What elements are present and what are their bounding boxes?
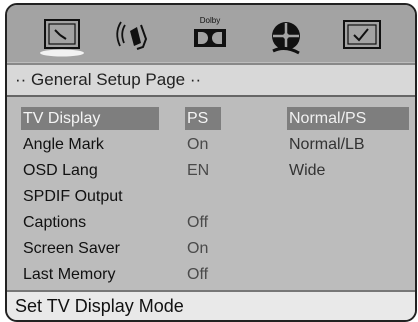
- option-wide[interactable]: Wide: [287, 159, 409, 182]
- general-setup-icon[interactable]: [35, 15, 89, 57]
- setting-row-spdif-output[interactable]: SPDIF Output: [7, 185, 415, 208]
- page-title-bar: ·· General Setup Page ··: [7, 63, 415, 97]
- option-normal-lb[interactable]: Normal/LB: [287, 133, 409, 156]
- dolby-icon[interactable]: Dolby: [183, 15, 237, 57]
- setup-menu-window: Dolby ·· General Setup Page ·· TV Displa…: [5, 3, 417, 322]
- status-bar: Set TV Display Mode: [7, 290, 415, 320]
- audio-speaker-icon[interactable]: [110, 15, 164, 57]
- setting-value: EN: [187, 162, 210, 179]
- setting-label: TV Display: [23, 110, 101, 127]
- setting-value: On: [187, 136, 209, 153]
- setting-value: Off: [187, 214, 209, 231]
- setting-row-screen-saver[interactable]: Screen Saver On: [7, 237, 415, 260]
- setup-icon-bar: Dolby: [7, 5, 415, 62]
- setting-label: Screen Saver: [23, 240, 120, 257]
- setting-value: PS: [187, 110, 209, 127]
- setting-row-captions[interactable]: Captions Off: [7, 211, 415, 234]
- page-title: ·· General Setup Page ··: [15, 70, 202, 89]
- setting-label: Angle Mark: [23, 136, 104, 153]
- video-reel-icon[interactable]: [259, 15, 313, 57]
- setting-label: Last Memory: [23, 266, 116, 283]
- setting-value: On: [187, 240, 209, 257]
- setting-label: OSD Lang: [23, 162, 98, 179]
- setting-value: Off: [187, 266, 209, 283]
- setting-label: Captions: [23, 214, 87, 231]
- option-normal-ps[interactable]: Normal/PS: [287, 107, 409, 130]
- status-text: Set TV Display Mode: [15, 296, 184, 316]
- setting-label: SPDIF Output: [23, 188, 123, 205]
- preference-checkbox-icon[interactable]: [335, 15, 389, 57]
- dolby-label: Dolby: [199, 16, 221, 25]
- setting-row-last-memory[interactable]: Last Memory Off: [7, 263, 415, 286]
- settings-panel: TV Display PS Angle Mark On OSD Lang EN …: [7, 97, 415, 285]
